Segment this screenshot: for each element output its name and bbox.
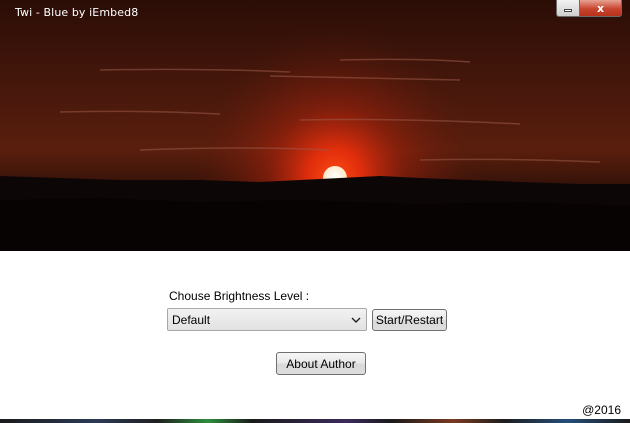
minimize-icon bbox=[564, 9, 572, 12]
chevron-down-icon bbox=[351, 317, 361, 323]
close-button[interactable]: x bbox=[580, 0, 622, 17]
brightness-label: Chouse Brightness Level : bbox=[169, 289, 310, 303]
copyright-text: @2016 bbox=[582, 403, 621, 417]
sunset-illustration bbox=[0, 0, 630, 251]
close-icon: x bbox=[596, 1, 605, 15]
start-restart-button[interactable]: Start/Restart bbox=[372, 309, 447, 331]
about-author-button[interactable]: About Author bbox=[276, 352, 366, 375]
window-title: Twi - Blue by iEmbed8 bbox=[15, 6, 139, 19]
brightness-select-value: Default bbox=[172, 312, 211, 327]
app-window: Twi - Blue by iEmbed8 x Chouse Brightnes… bbox=[0, 0, 630, 423]
minimize-button[interactable] bbox=[556, 0, 580, 17]
sunset-banner-image: Twi - Blue by iEmbed8 x bbox=[0, 0, 630, 251]
taskbar-strip bbox=[0, 419, 630, 423]
brightness-select[interactable]: Default bbox=[167, 308, 367, 331]
window-controls: x bbox=[556, 0, 622, 17]
